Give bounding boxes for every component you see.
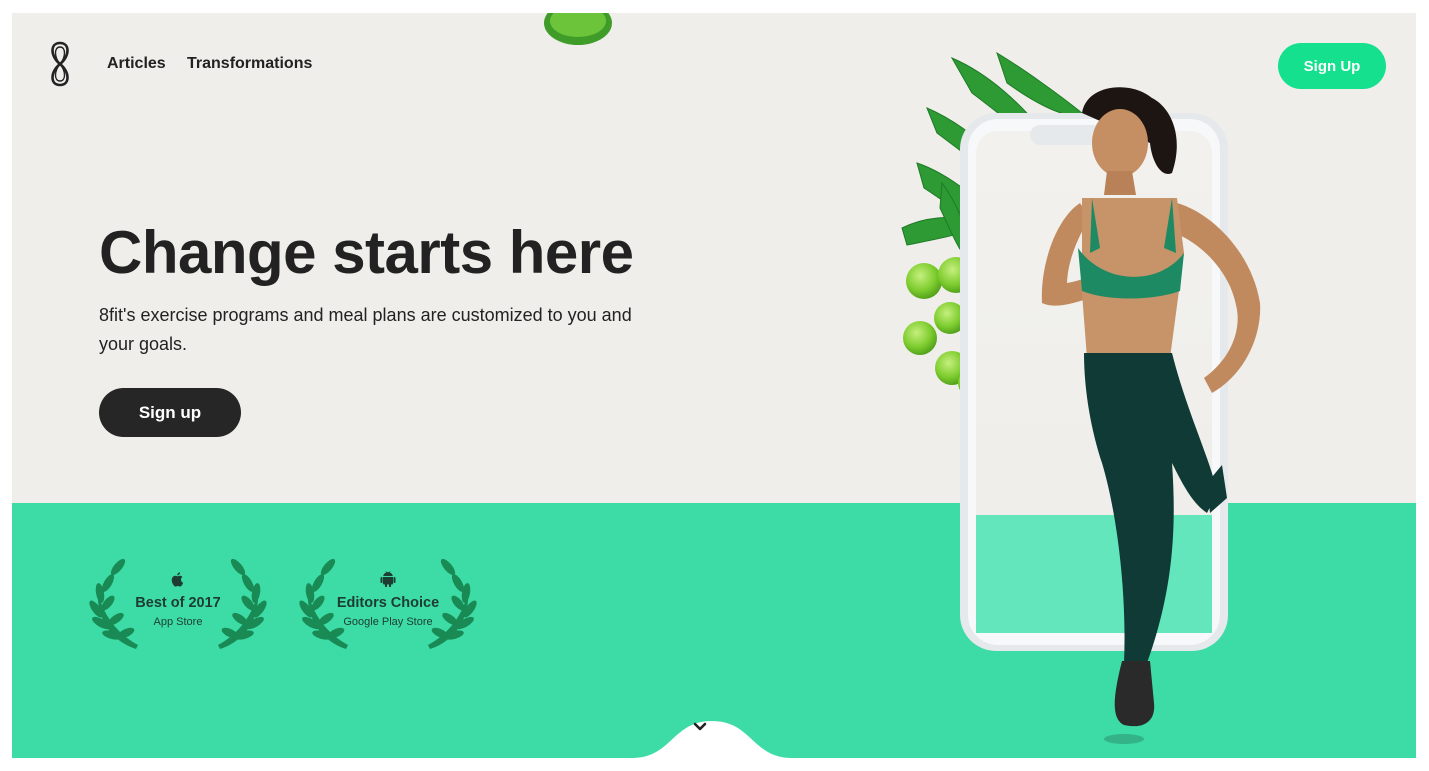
chevron-down-icon[interactable] [693, 722, 707, 732]
hero-signup-button[interactable]: Sign up [99, 388, 241, 437]
award-title: Editors Choice [336, 595, 440, 611]
nav-transformations-link[interactable]: Transformations [187, 55, 312, 73]
award-badge-google-play: Editors Choice Google Play Store [296, 553, 480, 653]
award-subtitle: App Store [153, 616, 203, 628]
award-title: Best of 2017 [135, 595, 221, 611]
header-signup-button[interactable]: Sign Up [1278, 43, 1386, 89]
8fit-logo-icon[interactable] [46, 40, 74, 88]
award-badge-app-store: Best of 2017 App Store [86, 553, 270, 653]
android-icon [380, 571, 396, 587]
hero-headline: Change starts here [99, 219, 634, 286]
nav-articles-link[interactable]: Articles [107, 55, 166, 73]
apple-icon [171, 572, 184, 587]
award-subtitle: Google Play Store [343, 616, 433, 628]
hero-subtext: 8fit's exercise programs and meal plans … [99, 305, 632, 354]
